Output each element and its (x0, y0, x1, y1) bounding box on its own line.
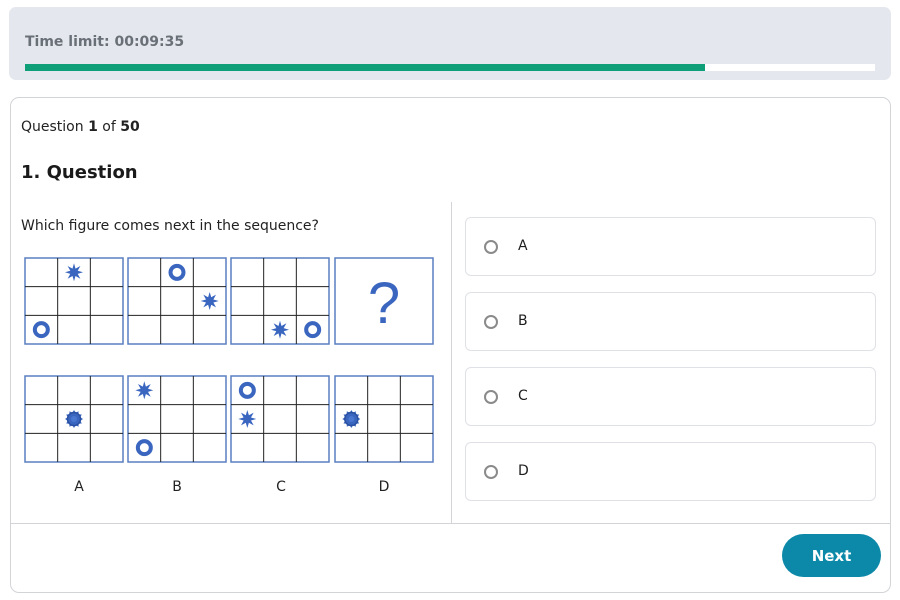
radio-button[interactable] (484, 465, 498, 479)
choice-figure-b (127, 375, 227, 463)
answer-option-d[interactable]: D (465, 442, 876, 501)
column-divider (451, 202, 452, 523)
answer-option-label: D (518, 463, 529, 479)
question-counter-of: of (97, 119, 121, 135)
answer-option-label: C (518, 388, 528, 404)
time-progress-bar (25, 64, 875, 71)
answer-option-c[interactable]: C (465, 367, 876, 426)
choice-label-c: C (276, 479, 286, 495)
time-limit-label: Time limit: 00:09:35 (25, 34, 185, 50)
time-progress-fill (25, 64, 705, 71)
question-counter: Question 1 of 50 (21, 119, 140, 135)
question-text: Which figure comes next in the sequence? (21, 218, 319, 234)
combined-center-icon (348, 416, 355, 422)
radio-button[interactable] (484, 315, 498, 329)
answer-option-b[interactable]: B (465, 292, 876, 351)
choice-figure-a (24, 375, 124, 463)
question-total-number: 50 (120, 119, 140, 135)
sequence-figure-2 (127, 257, 227, 345)
question-current-number: 1 (88, 119, 98, 135)
radio-button[interactable] (484, 240, 498, 254)
unknown-figure: ? (334, 257, 434, 345)
question-mark-icon: ? (368, 271, 400, 336)
answer-option-label: B (518, 313, 528, 329)
question-counter-prefix: Question (21, 119, 89, 135)
question-card: Question 1 of 50 1. Question Which figur… (10, 97, 891, 593)
choice-figure-d (334, 375, 434, 463)
answer-option-label: A (518, 238, 528, 254)
radio-button[interactable] (484, 390, 498, 404)
question-title: 1. Question (21, 162, 138, 183)
next-button[interactable]: Next (782, 534, 881, 577)
timer-panel: Time limit: 00:09:35 (9, 7, 891, 80)
combined-center-icon (71, 416, 77, 422)
sequence-figure-3 (230, 257, 330, 345)
choice-label-d: D (378, 479, 390, 495)
footer-divider (11, 523, 890, 524)
sequence-figure-1 (24, 257, 124, 345)
choice-figure-c (230, 375, 330, 463)
choice-label-a: A (74, 479, 84, 495)
answer-option-a[interactable]: A (465, 217, 876, 276)
choice-label-b: B (172, 479, 182, 495)
